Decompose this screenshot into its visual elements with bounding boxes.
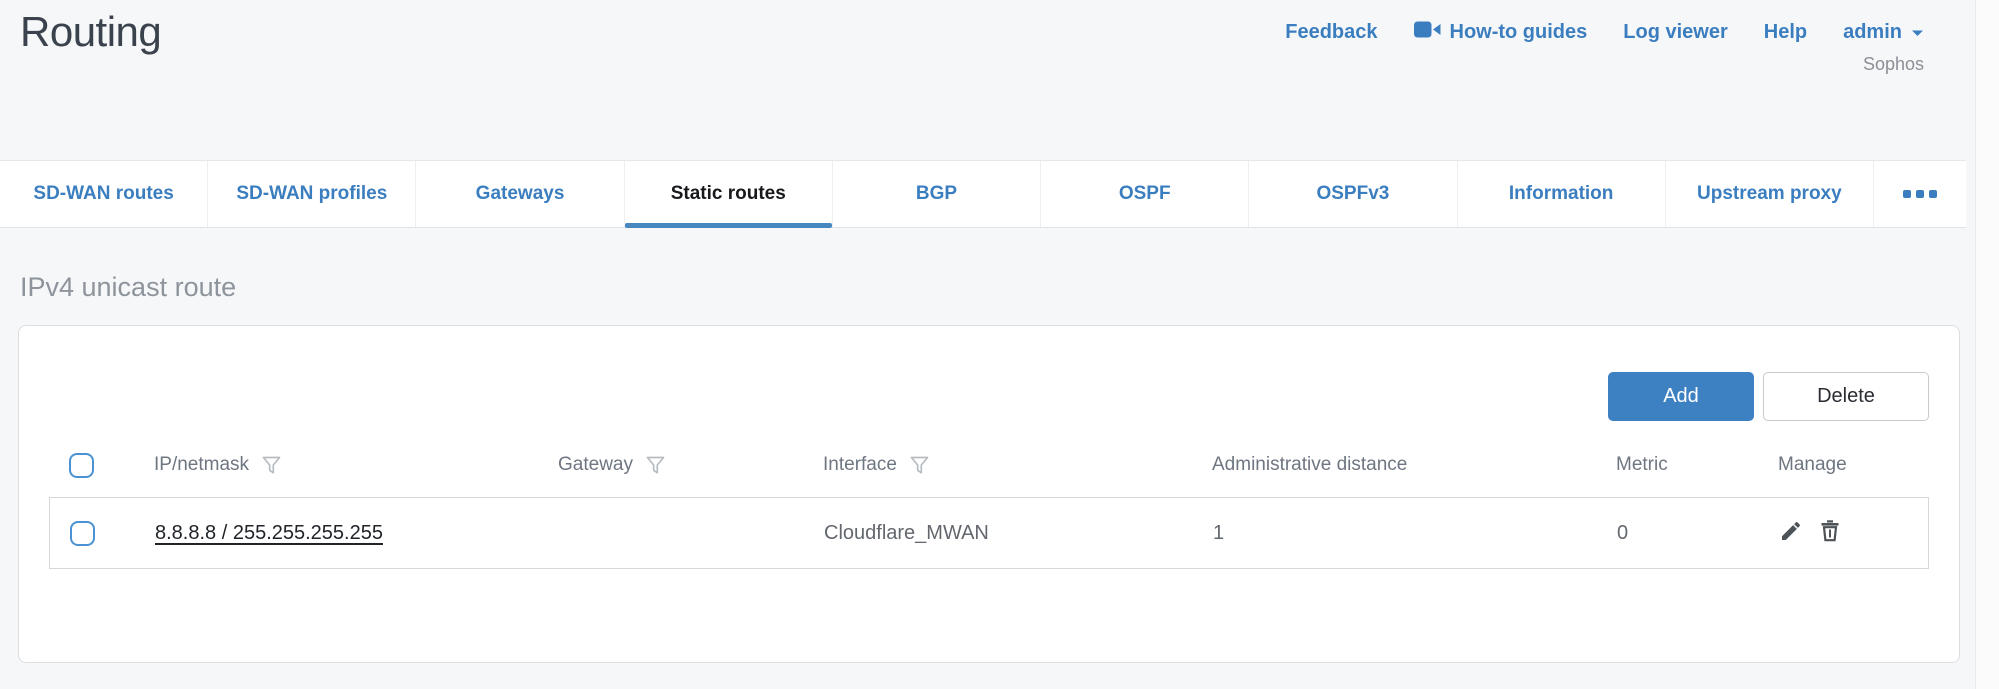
column-label: IP/netmask <box>154 454 249 476</box>
tab-label: OSPF <box>1119 183 1171 205</box>
scrollbar[interactable] <box>1975 0 1999 689</box>
tab-label: Information <box>1509 183 1614 205</box>
column-header-manage: Manage <box>1761 454 1929 476</box>
tab-label: SD-WAN routes <box>33 183 173 205</box>
table-toolbar: Add Delete <box>49 326 1929 421</box>
help-label: Help <box>1764 21 1807 44</box>
ellipsis-icon <box>1916 190 1924 198</box>
column-header-gateway: Gateway <box>541 454 806 476</box>
tab-label: Upstream proxy <box>1697 183 1842 205</box>
chevron-down-icon <box>1911 21 1924 44</box>
video-camera-icon <box>1414 20 1441 45</box>
column-label: Interface <box>823 454 897 476</box>
header-utility-area: Feedback How-to guides Log viewer Help a… <box>1285 8 1924 75</box>
row-checkbox-cell <box>50 521 138 546</box>
ipv4-unicast-route-panel: Add Delete IP/netmask Gateway Interfac <box>18 325 1960 663</box>
ip-netmask-link[interactable]: 8.8.8.8 / 255.255.255.255 <box>155 522 383 544</box>
cell-ip-netmask: 8.8.8.8 / 255.255.255.255 <box>138 522 542 545</box>
tab-label: OSPFv3 <box>1316 183 1389 205</box>
ellipsis-icon <box>1903 190 1911 198</box>
row-checkbox[interactable] <box>70 521 95 546</box>
howto-guides-label: How-to guides <box>1450 21 1588 44</box>
column-header-metric: Metric <box>1599 454 1761 476</box>
pencil-icon <box>1779 519 1803 548</box>
page-title: Routing <box>20 8 161 56</box>
tab-static-routes[interactable]: Static routes <box>625 161 833 227</box>
table-row: 8.8.8.8 / 255.255.255.255 Cloudflare_MWA… <box>49 497 1929 569</box>
column-label: Gateway <box>558 454 633 476</box>
tab-label: BGP <box>916 183 957 205</box>
filter-icon[interactable] <box>909 455 930 476</box>
log-viewer-label: Log viewer <box>1623 21 1727 44</box>
add-button[interactable]: Add <box>1608 372 1754 421</box>
account-name: Sophos <box>1863 54 1924 75</box>
log-viewer-link[interactable]: Log viewer <box>1623 21 1727 44</box>
tab-sdwan-profiles[interactable]: SD-WAN profiles <box>208 161 416 227</box>
cell-interface: Cloudflare_MWAN <box>807 522 1196 545</box>
tab-label: SD-WAN profiles <box>236 183 387 205</box>
howto-guides-link[interactable]: How-to guides <box>1414 20 1588 45</box>
column-label: Metric <box>1616 454 1668 476</box>
select-all-checkbox[interactable] <box>69 453 94 478</box>
delete-button[interactable]: Delete <box>1763 372 1929 421</box>
delete-row-button[interactable] <box>1818 519 1842 548</box>
header-links: Feedback How-to guides Log viewer Help a… <box>1285 20 1924 45</box>
column-header-interface: Interface <box>806 454 1195 476</box>
tab-bgp[interactable]: BGP <box>833 161 1041 227</box>
tab-label: Static routes <box>671 183 786 205</box>
feedback-link[interactable]: Feedback <box>1285 21 1377 44</box>
column-header-ip-netmask: IP/netmask <box>137 454 541 476</box>
column-label: Manage <box>1778 454 1847 476</box>
admin-menu-label: admin <box>1843 21 1902 44</box>
page-header: Routing Feedback How-to guides Log viewe… <box>0 0 1966 160</box>
trash-icon <box>1818 519 1842 548</box>
tab-ospfv3[interactable]: OSPFv3 <box>1249 161 1457 227</box>
feedback-link-label: Feedback <box>1285 21 1377 44</box>
edit-button[interactable] <box>1779 519 1803 548</box>
more-tabs-button[interactable] <box>1874 161 1966 227</box>
cell-administrative-distance: 1 <box>1196 522 1600 545</box>
filter-icon[interactable] <box>645 455 666 476</box>
table-header-row: IP/netmask Gateway Interface Administrat… <box>49 443 1929 487</box>
header-checkbox-cell <box>49 453 137 478</box>
tab-sdwan-routes[interactable]: SD-WAN routes <box>0 161 208 227</box>
tab-bar: SD-WAN routes SD-WAN profiles Gateways S… <box>0 160 1966 228</box>
filter-icon[interactable] <box>261 455 282 476</box>
cell-metric: 0 <box>1600 522 1762 545</box>
tab-ospf[interactable]: OSPF <box>1041 161 1249 227</box>
cell-manage <box>1762 519 1928 548</box>
ellipsis-icon <box>1929 190 1937 198</box>
column-label: Administrative distance <box>1212 454 1407 476</box>
tab-information[interactable]: Information <box>1458 161 1666 227</box>
section-title: IPv4 unicast route <box>20 272 1966 303</box>
tab-upstream-proxy[interactable]: Upstream proxy <box>1666 161 1874 227</box>
column-header-administrative-distance: Administrative distance <box>1195 454 1599 476</box>
tab-label: Gateways <box>476 183 565 205</box>
admin-menu[interactable]: admin <box>1843 21 1924 44</box>
help-link[interactable]: Help <box>1764 21 1807 44</box>
tab-gateways[interactable]: Gateways <box>416 161 624 227</box>
